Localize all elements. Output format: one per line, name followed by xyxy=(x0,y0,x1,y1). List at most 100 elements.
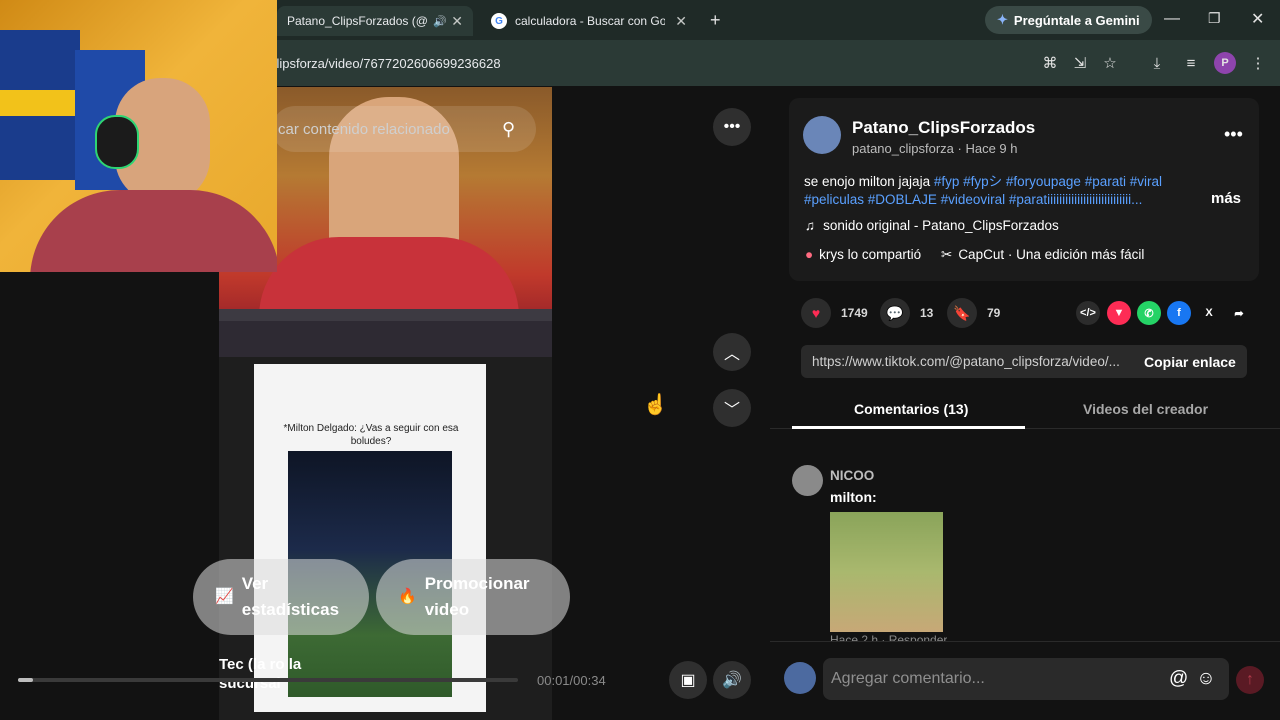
caption-hashtags[interactable]: #peliculas #DOBLAJE #videoviral #paratii… xyxy=(804,192,1142,207)
post-comment-button[interactable]: ↑ xyxy=(1236,666,1264,694)
download-icon[interactable]: ⤓ xyxy=(1146,52,1168,74)
more-link[interactable]: más xyxy=(1211,190,1241,207)
hoodie-shape xyxy=(259,237,519,317)
close-tab-icon[interactable]: ✕ xyxy=(451,13,463,30)
menu-kebab-icon[interactable]: ⋮ xyxy=(1247,52,1269,74)
tab-active[interactable]: Patano_ClipsForzados (@pa 🔊 ✕ xyxy=(277,6,473,36)
tiktok-share-icon[interactable]: ▼ xyxy=(1107,301,1131,325)
profile-avatar[interactable]: P xyxy=(1214,52,1236,74)
capcut-icon: ✂ xyxy=(941,247,953,262)
volume-icon[interactable]: 🔊 xyxy=(713,661,751,699)
tab-creator-videos[interactable]: Videos del creador xyxy=(1083,401,1208,417)
close-tab-icon[interactable]: ✕ xyxy=(675,13,687,30)
author-avatar[interactable] xyxy=(803,116,841,154)
post-caption: se enojo milton jajaja #fyp #fypシ #foryo… xyxy=(804,173,1204,209)
share-arrow-icon[interactable]: ➦ xyxy=(1227,301,1251,325)
translate-icon[interactable]: ⌘ xyxy=(1039,52,1061,74)
speaker-icon: 🔊 xyxy=(433,15,447,28)
hoodie-shape xyxy=(30,190,277,272)
share-link-text: https://www.tiktok.com/@patano_clipsforz… xyxy=(812,354,1120,369)
heart-icon: ♥ xyxy=(801,298,831,328)
like-count: 1749 xyxy=(841,306,868,320)
next-video-button[interactable]: ﹀ xyxy=(713,389,751,427)
author-name[interactable]: Patano_ClipsForzados xyxy=(852,118,1035,138)
tab-comments[interactable]: Comentarios (13) xyxy=(854,401,968,417)
comments-bottom-divider xyxy=(770,641,1280,642)
save-count: 79 xyxy=(987,306,1001,320)
tab-title: Patano_ClipsForzados (@pa xyxy=(287,14,427,28)
x-icon[interactable]: X xyxy=(1197,301,1221,325)
caption-hashtags[interactable]: #fyp #fypシ #foryoupage #parati #viral xyxy=(934,174,1162,189)
time-readout: 00:01/00:34 xyxy=(537,673,606,688)
mouse-cursor-icon: ☝ xyxy=(643,394,668,416)
headset-icon xyxy=(95,115,139,169)
address-text: clipsforza/video/7677202606699236628 xyxy=(270,55,501,71)
post-time: Hace 9 h xyxy=(965,141,1018,156)
embed-icon[interactable]: </> xyxy=(1076,301,1100,325)
comment-input-placeholder: Agregar comentario... xyxy=(831,670,985,687)
search-bar[interactable]: car contenido relacionado ⚲ xyxy=(272,106,536,152)
comment-text: milton: xyxy=(830,489,877,505)
gemini-button[interactable]: ✦ Pregúntale a Gemini xyxy=(985,6,1152,34)
comment-meta: Hace 2 h · Responder xyxy=(830,633,948,641)
gemini-icon: ✦ xyxy=(997,12,1008,27)
video-overlay-text: Tec (la ro la sucursal xyxy=(219,656,302,692)
bookmark-star-icon[interactable]: ☆ xyxy=(1099,52,1121,74)
search-icon[interactable]: ⚲ xyxy=(502,119,515,140)
mini-tabbar xyxy=(219,309,552,321)
flame-icon: 🔥 xyxy=(398,588,417,605)
capcut-row[interactable]: ✂ CapCut · Una edición más fácil xyxy=(941,247,1144,263)
like-action[interactable]: ♥ 1749 xyxy=(801,298,868,328)
new-tab-button[interactable]: + xyxy=(710,10,721,31)
install-app-icon[interactable]: ⇲ xyxy=(1069,52,1091,74)
address-bar[interactable]: clipsforza/video/7677202606699236628 xyxy=(270,48,1000,78)
comment-action[interactable]: 💬 13 xyxy=(880,298,933,328)
whatsapp-icon[interactable]: ✆ xyxy=(1137,301,1161,325)
facebook-icon[interactable]: f xyxy=(1167,301,1191,325)
author-meta: patano_clipsforza · Hace 9 h xyxy=(852,141,1018,156)
floating-player-icon[interactable]: ▣ xyxy=(669,661,707,699)
author-handle[interactable]: patano_clipsforza xyxy=(852,141,954,156)
shared-by-row: ● krys lo compartió xyxy=(805,247,921,262)
save-action[interactable]: 🔖 79 xyxy=(947,298,1000,328)
more-options-icon[interactable]: ••• xyxy=(713,108,751,146)
view-stats-label: Ver estadísticas xyxy=(241,574,340,619)
media-control-icon[interactable]: ≡ xyxy=(1180,52,1202,74)
google-icon: G xyxy=(491,13,507,29)
phone-caption: *Milton Delgado: ¿Vas a seguir con esa b… xyxy=(283,423,459,447)
minimize-button[interactable]: — xyxy=(1164,10,1180,28)
emoji-icon[interactable]: ☺ xyxy=(1196,668,1215,690)
promote-label: Promocionar video xyxy=(424,574,530,619)
shared-by-label: krys lo compartió xyxy=(819,247,922,262)
sound-row[interactable]: ♫ sonido original - Patano_ClipsForzados xyxy=(805,218,1059,233)
restore-button[interactable]: ❐ xyxy=(1208,10,1221,27)
my-avatar xyxy=(784,662,816,694)
copy-link-button[interactable]: Copiar enlace xyxy=(1144,354,1236,370)
mention-icon[interactable]: @ xyxy=(1169,668,1188,690)
post-menu-icon[interactable]: ••• xyxy=(1224,124,1243,145)
progress-fill xyxy=(18,678,33,682)
comment-gif xyxy=(830,512,943,632)
tab-title: calculadora - Buscar con Googl xyxy=(515,14,665,28)
previous-video-button[interactable]: ︿ xyxy=(713,333,751,371)
share-link-box[interactable]: https://www.tiktok.com/@patano_clipsforz… xyxy=(801,345,1247,378)
screen-capture-strip xyxy=(219,309,552,357)
caption-text: se enojo milton jajaja xyxy=(804,174,931,189)
search-input[interactable]: car contenido relacionado xyxy=(278,121,488,138)
promote-video-button[interactable]: 🔥 Promocionar video xyxy=(376,559,570,635)
commenter-name[interactable]: NICOO xyxy=(830,468,874,483)
commenter-avatar[interactable] xyxy=(792,465,823,496)
music-note-icon: ♫ xyxy=(805,218,816,233)
close-window-button[interactable]: ✕ xyxy=(1251,9,1264,29)
webcam-overlay xyxy=(0,0,277,272)
comment-bubble-icon: 💬 xyxy=(880,298,910,328)
progress-track[interactable] xyxy=(18,678,518,682)
tab-google[interactable]: G calculadora - Buscar con Googl ✕ xyxy=(483,6,695,36)
comment-input[interactable]: Agregar comentario... @ ☺ xyxy=(823,658,1229,700)
active-tab-underline xyxy=(792,426,1025,429)
gemini-label: Pregúntale a Gemini xyxy=(1013,12,1140,28)
view-stats-button[interactable]: 📈 Ver estadísticas xyxy=(193,559,369,635)
chart-icon: 📈 xyxy=(215,588,234,605)
jersey-stripe xyxy=(0,90,80,116)
comment-count: 13 xyxy=(920,306,934,320)
